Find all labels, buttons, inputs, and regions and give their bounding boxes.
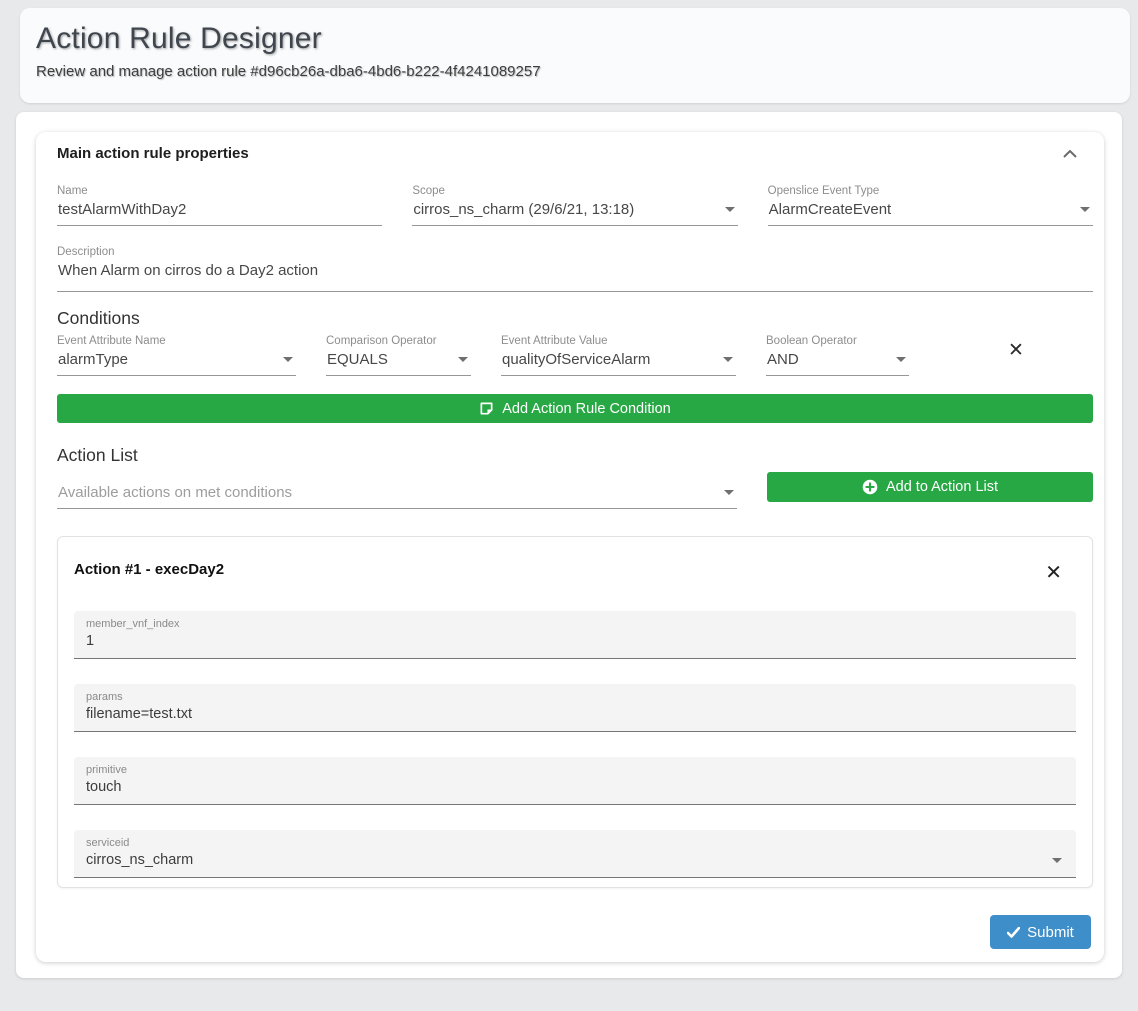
name-field[interactable]: Name testAlarmWithDay2 [57, 185, 382, 226]
chevron-down-icon [1080, 207, 1090, 212]
check-icon [1007, 927, 1020, 938]
conditions-heading: Conditions [57, 308, 1093, 329]
scope-value: cirros_ns_charm (29/6/21, 13:18) [413, 201, 634, 218]
chevron-down-icon [723, 357, 733, 362]
params-label: params [86, 691, 1064, 703]
event-attribute-name-select[interactable]: alarmType [57, 351, 296, 376]
comparison-operator-select[interactable]: EQUALS [326, 351, 471, 376]
boolean-operator-label: Boolean Operator [766, 335, 909, 347]
event-type-field[interactable]: Openslice Event Type AlarmCreateEvent [768, 185, 1093, 226]
name-label: Name [57, 185, 382, 197]
submit-label: Submit [1027, 924, 1074, 941]
main-content-panel: Main action rule properties Name testAla… [16, 112, 1122, 978]
remove-condition-button[interactable]: ✕ [1008, 341, 1024, 370]
collapse-panel-button[interactable] [1058, 142, 1082, 166]
event-type-label: Openslice Event Type [768, 185, 1093, 197]
remove-action-button[interactable]: ✕ [1045, 563, 1062, 583]
chevron-down-icon [725, 207, 735, 212]
chevron-down-icon [458, 357, 468, 362]
name-value: testAlarmWithDay2 [58, 201, 186, 218]
comparison-operator-value: EQUALS [327, 351, 388, 368]
available-actions-field[interactable]: Available actions on met conditions [57, 472, 737, 509]
scope-label: Scope [412, 185, 737, 197]
page-title: Action Rule Designer [36, 22, 1114, 56]
add-to-action-list-label: Add to Action List [886, 479, 998, 495]
serviceid-field[interactable]: serviceid cirros_ns_charm [74, 830, 1076, 878]
chevron-down-icon [283, 357, 293, 362]
primitive-label: primitive [86, 764, 1064, 776]
boolean-operator-field[interactable]: Boolean Operator AND [766, 335, 909, 376]
event-type-value: AlarmCreateEvent [769, 201, 892, 218]
add-circle-icon [862, 479, 878, 495]
member-vnf-index-value: 1 [86, 633, 1064, 649]
event-attribute-name-value: alarmType [58, 351, 128, 368]
chevron-down-icon [896, 357, 906, 362]
submit-row: Submit [57, 915, 1093, 949]
close-icon: ✕ [1045, 562, 1062, 584]
event-attribute-value-label: Event Attribute Value [501, 335, 736, 347]
primitive-value: touch [86, 779, 1064, 795]
condition-row: Event Attribute Name alarmType Compariso… [57, 335, 1093, 376]
properties-row: Name testAlarmWithDay2 Scope cirros_ns_c… [57, 185, 1093, 226]
serviceid-label: serviceid [86, 837, 1064, 849]
add-condition-label: Add Action Rule Condition [502, 401, 670, 417]
member-vnf-index-field[interactable]: member_vnf_index 1 [74, 611, 1076, 659]
submit-button[interactable]: Submit [990, 915, 1091, 949]
event-attribute-value-value: qualityOfServiceAlarm [502, 351, 650, 368]
boolean-operator-select[interactable]: AND [766, 351, 909, 376]
available-actions-placeholder: Available actions on met conditions [58, 484, 292, 501]
event-attribute-value-field[interactable]: Event Attribute Value qualityOfServiceAl… [501, 335, 736, 376]
boolean-operator-value: AND [767, 351, 799, 368]
comparison-operator-label: Comparison Operator [326, 335, 471, 347]
scope-field[interactable]: Scope cirros_ns_charm (29/6/21, 13:18) [412, 185, 737, 226]
member-vnf-index-label: member_vnf_index [86, 618, 1064, 630]
scope-select[interactable]: cirros_ns_charm (29/6/21, 13:18) [412, 201, 737, 226]
action-rule-properties-card: Main action rule properties Name testAla… [36, 132, 1104, 962]
event-attribute-value-select[interactable]: qualityOfServiceAlarm [501, 351, 736, 376]
properties-card-title: Main action rule properties [57, 145, 1093, 162]
action-select-row: Available actions on met conditions Add … [57, 472, 1093, 509]
available-actions-select[interactable]: Available actions on met conditions [57, 484, 737, 509]
event-attribute-name-label: Event Attribute Name [57, 335, 296, 347]
add-to-action-list-button[interactable]: Add to Action List [767, 472, 1093, 502]
chevron-up-icon [1063, 150, 1077, 158]
close-icon: ✕ [1008, 340, 1024, 361]
description-label: Description [57, 246, 1093, 258]
params-value: filename=test.txt [86, 706, 1064, 722]
page-subtitle: Review and manage action rule #d96cb26a-… [36, 63, 1114, 80]
action-item-title: Action #1 - execDay2 [74, 561, 1076, 578]
primitive-field[interactable]: primitive touch [74, 757, 1076, 805]
chevron-down-icon [1052, 858, 1062, 863]
add-condition-button[interactable]: Add Action Rule Condition [57, 394, 1093, 423]
event-attribute-name-field[interactable]: Event Attribute Name alarmType [57, 335, 296, 376]
event-type-select[interactable]: AlarmCreateEvent [768, 201, 1093, 226]
description-value: When Alarm on cirros do a Day2 action [58, 262, 318, 279]
note-add-icon [479, 401, 494, 416]
description-field[interactable]: Description When Alarm on cirros do a Da… [57, 246, 1093, 292]
action-list-heading: Action List [57, 445, 1093, 466]
description-input[interactable]: When Alarm on cirros do a Day2 action [57, 262, 1093, 292]
page-header: Action Rule Designer Review and manage a… [20, 8, 1130, 103]
params-field[interactable]: params filename=test.txt [74, 684, 1076, 732]
comparison-operator-field[interactable]: Comparison Operator EQUALS [326, 335, 471, 376]
chevron-down-icon [724, 490, 734, 495]
serviceid-value: cirros_ns_charm [86, 852, 1064, 868]
action-item-card: Action #1 - execDay2 ✕ member_vnf_index … [57, 536, 1093, 888]
name-input[interactable]: testAlarmWithDay2 [57, 201, 382, 226]
